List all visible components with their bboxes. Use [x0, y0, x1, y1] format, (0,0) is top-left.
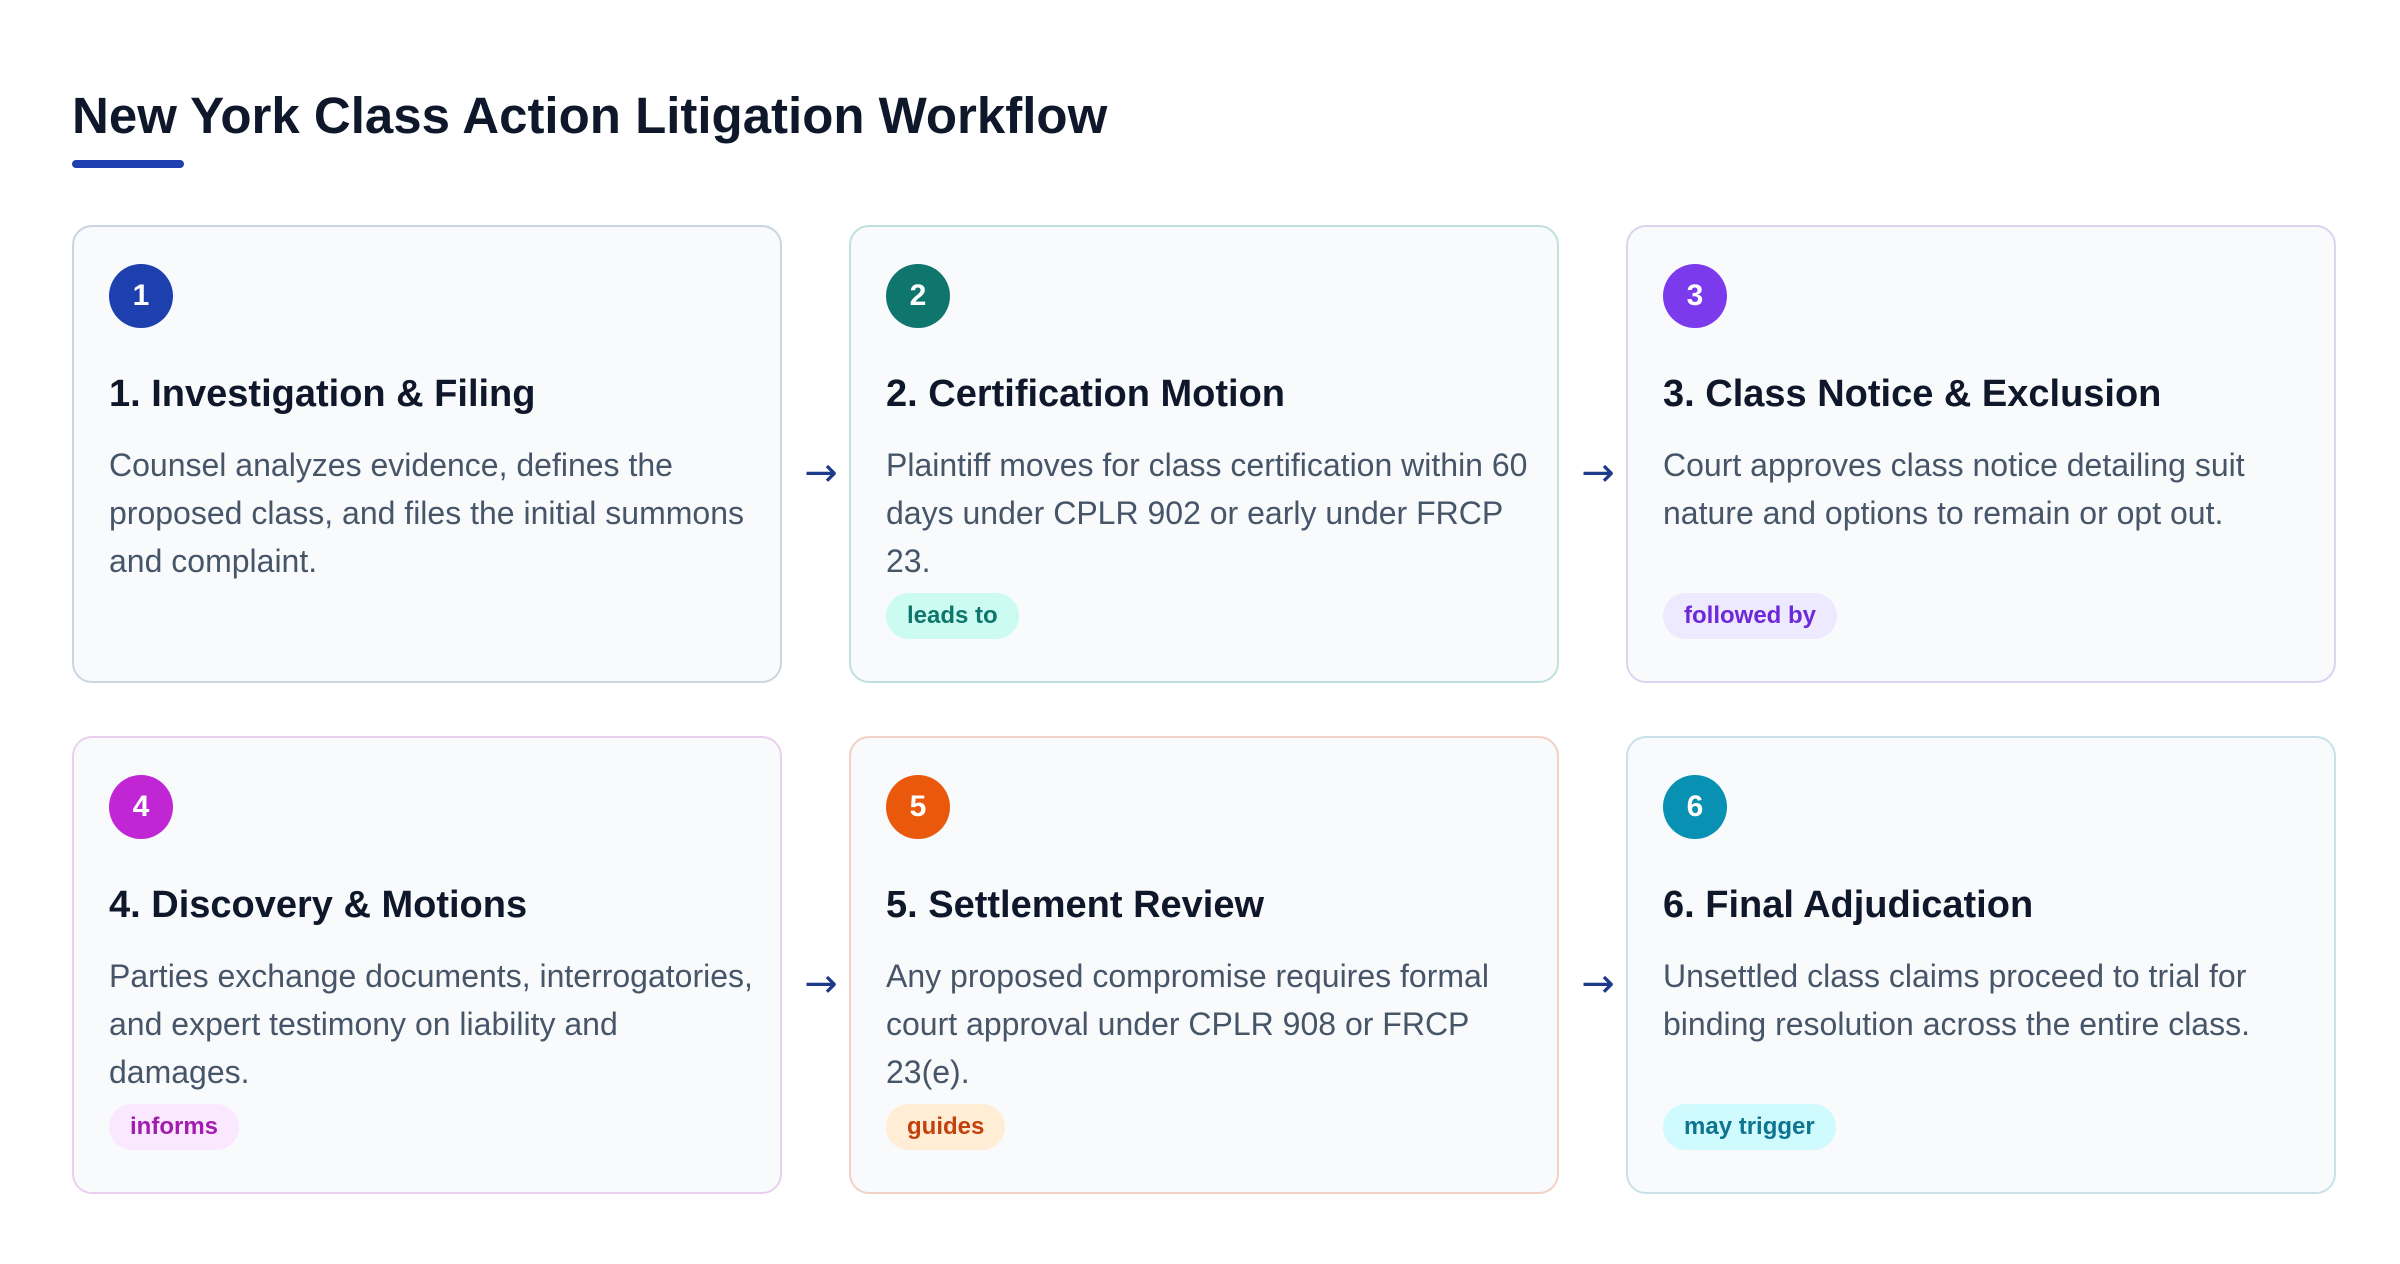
- step-number-badge: 2: [886, 264, 950, 328]
- workflow-grid: 1 1. Investigation & Filing Counsel anal…: [72, 225, 2338, 1198]
- step-number-badge: 6: [1663, 775, 1727, 839]
- step-description: Court approves class notice detailing su…: [1663, 447, 2245, 531]
- relation-tag: followed by: [1663, 593, 1837, 639]
- step-title: 6. Final Adjudication: [1663, 884, 2034, 926]
- step-title: 2. Certification Motion: [886, 373, 1285, 415]
- step-number-badge: 5: [886, 775, 950, 839]
- relation-tag: informs: [109, 1104, 240, 1150]
- step-card-2: 2 2. Certification Motion Plaintiff move…: [849, 225, 1559, 683]
- step-description: Counsel analyzes evidence, defines the p…: [109, 447, 744, 579]
- step-number-badge: 1: [109, 264, 173, 328]
- title-underline: [72, 160, 184, 168]
- page-title: New York Class Action Litigation Workflo…: [72, 87, 1108, 144]
- step-description: Unsettled class claims proceed to trial …: [1663, 958, 2250, 1042]
- step-card-5: 5 5. Settlement Review Any proposed comp…: [849, 736, 1559, 1194]
- step-number-badge: 4: [109, 775, 173, 839]
- arrow-right-icon: →: [804, 961, 838, 1007]
- step-card-6: 6 6. Final Adjudication Unsettled class …: [1626, 736, 2336, 1194]
- step-card-1: 1 1. Investigation & Filing Counsel anal…: [72, 225, 782, 683]
- step-description: Plaintiff moves for class certification …: [886, 447, 1528, 579]
- arrow-right-icon: →: [1581, 961, 1615, 1007]
- step-description: Any proposed compromise requires formal …: [886, 958, 1489, 1090]
- step-title: 4. Discovery & Motions: [109, 884, 528, 926]
- step-card-4: 4 4. Discovery & Motions Parties exchang…: [72, 736, 782, 1194]
- arrow-right-icon: →: [804, 450, 838, 496]
- relation-tag: may trigger: [1663, 1104, 1836, 1150]
- step-number-badge: 3: [1663, 264, 1727, 328]
- relation-tag: leads to: [886, 593, 1019, 639]
- step-title: 3. Class Notice & Exclusion: [1663, 373, 2162, 415]
- workflow-page: New York Class Action Litigation Workflo…: [0, 0, 2400, 1264]
- arrow-right-icon: →: [1581, 450, 1615, 496]
- step-title: 5. Settlement Review: [886, 884, 1265, 926]
- step-description: Parties exchange documents, interrogator…: [109, 958, 753, 1090]
- step-card-3: 3 3. Class Notice & Exclusion Court appr…: [1626, 225, 2336, 683]
- step-title: 1. Investigation & Filing: [109, 373, 536, 415]
- relation-tag: guides: [886, 1104, 1006, 1150]
